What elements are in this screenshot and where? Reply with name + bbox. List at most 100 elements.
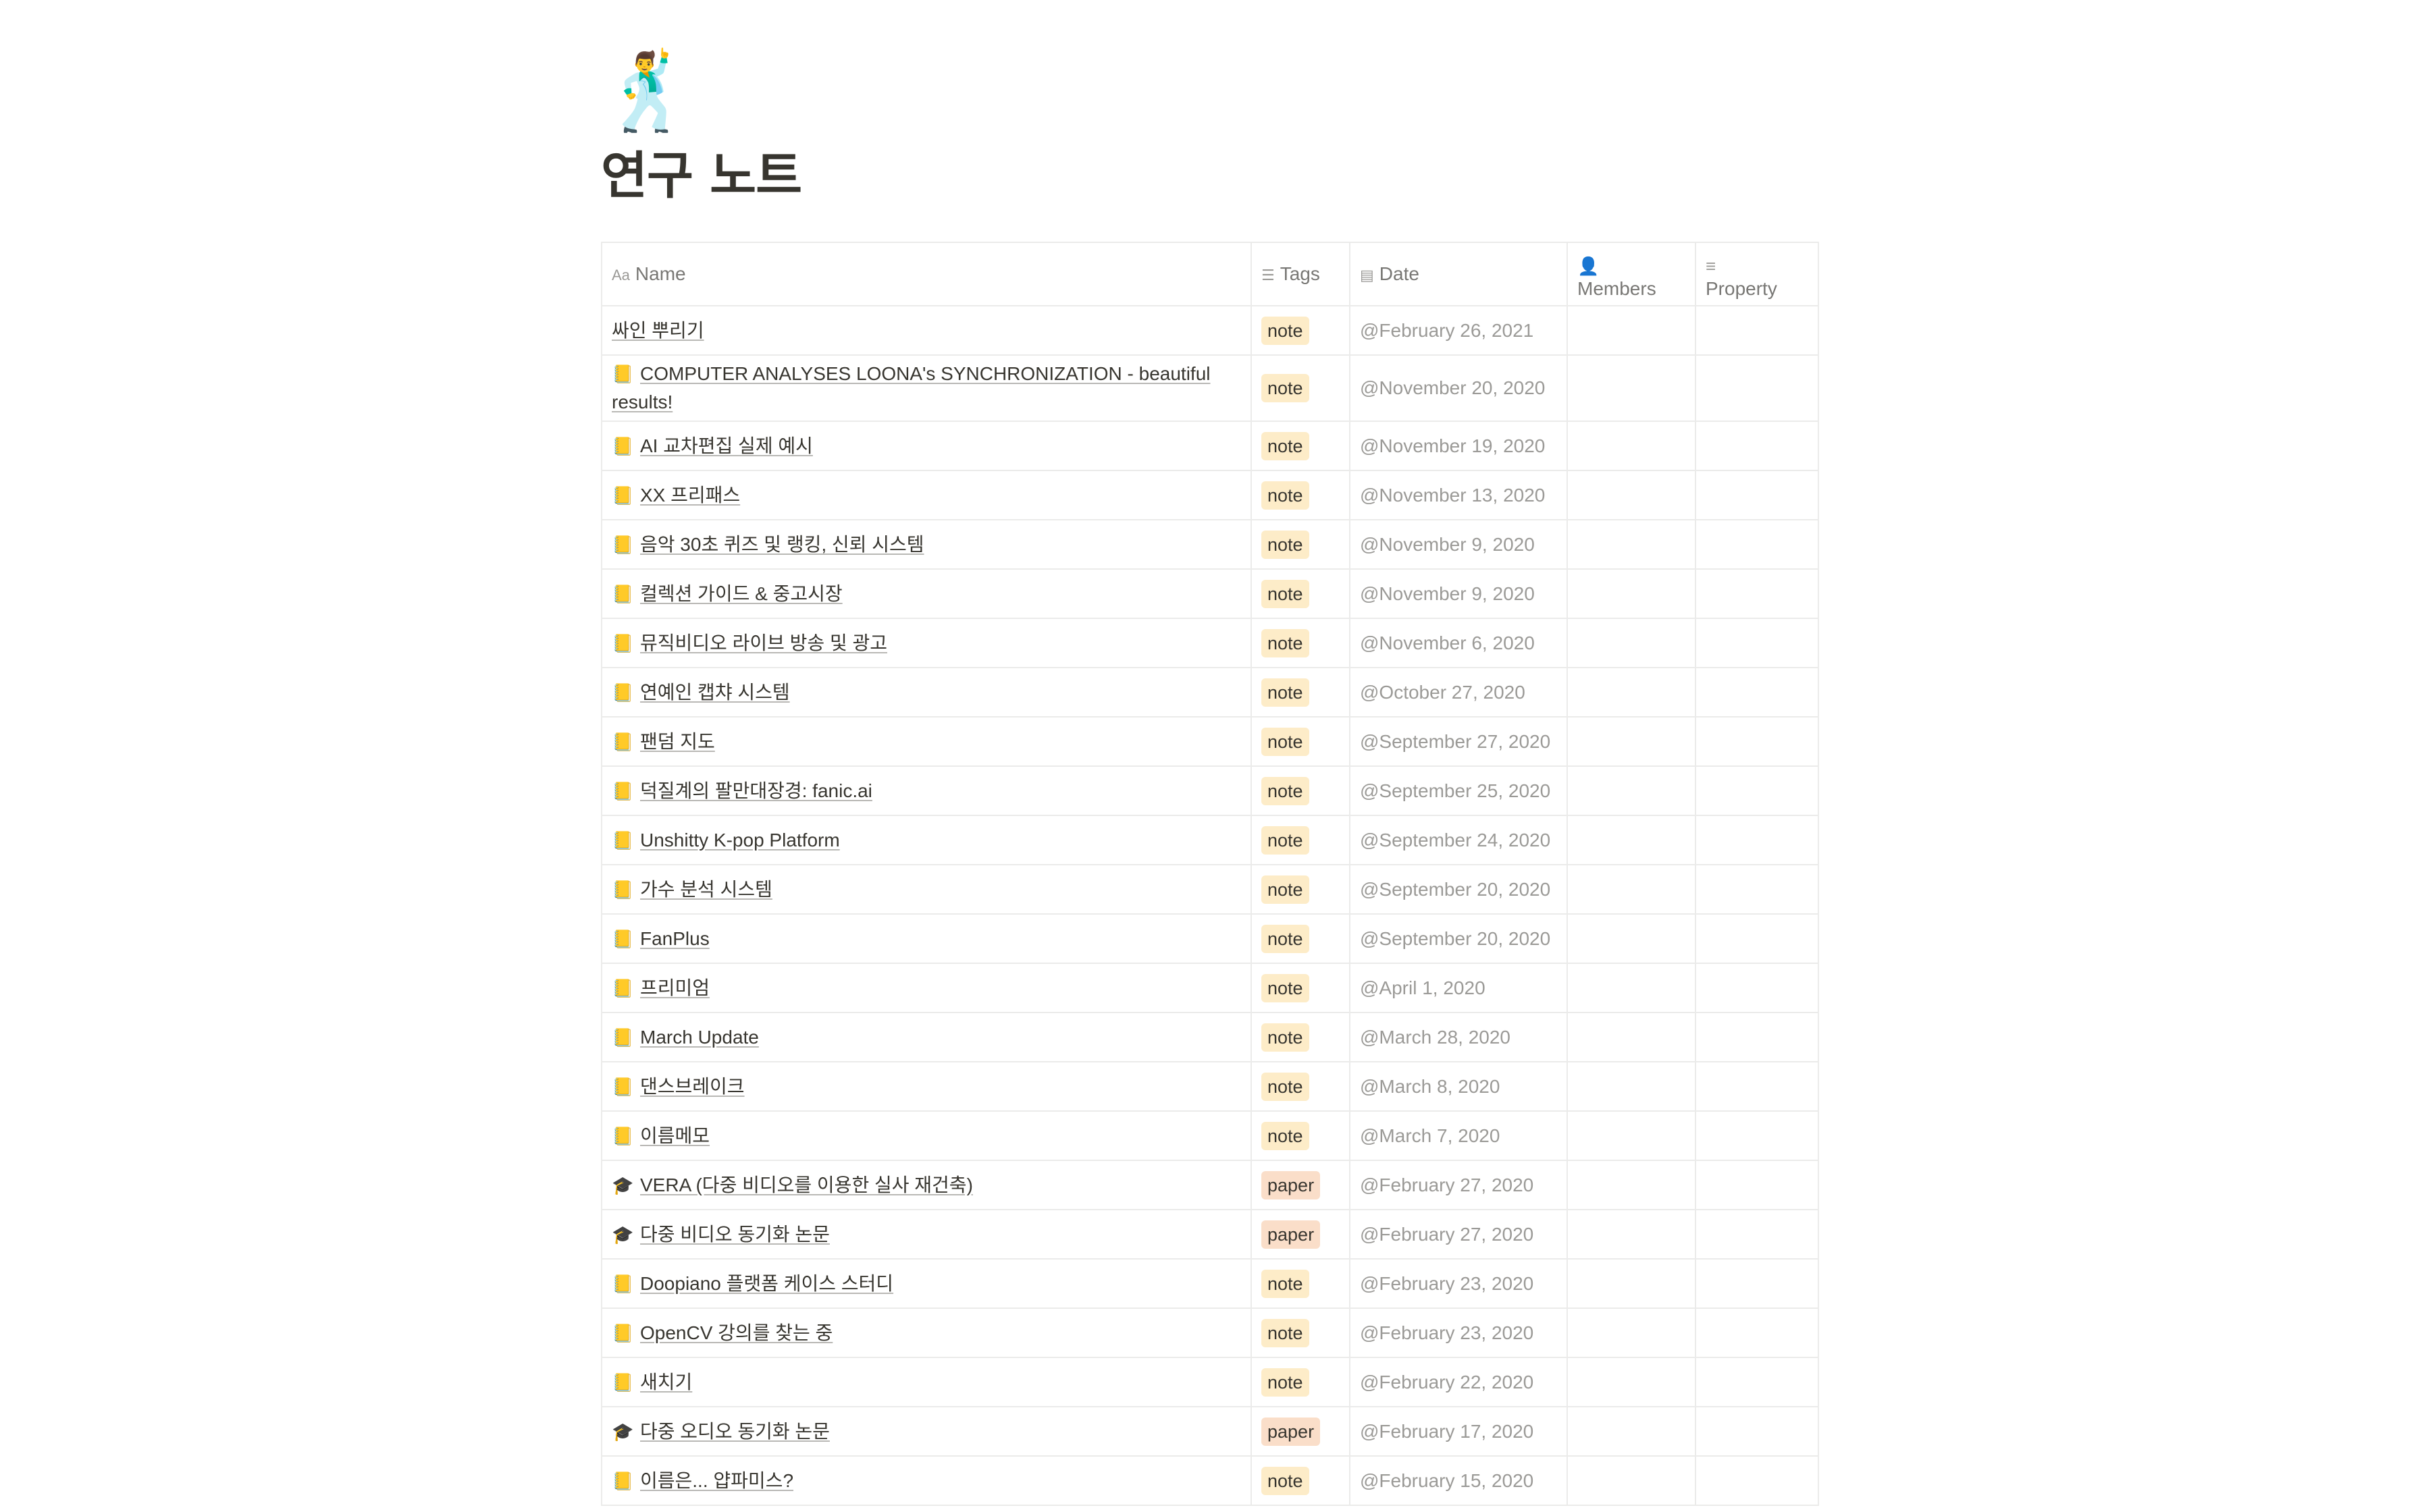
table-row[interactable]: 📒 뮤직비디오 라이브 방송 및 광고 note @November 6, 2020 — [601, 618, 1819, 668]
cell-name[interactable]: 📒 덕질계의 팔만대장경: fanic.ai — [601, 765, 1252, 816]
page-link[interactable]: 뮤직비디오 라이브 방송 및 광고 — [640, 632, 887, 653]
table-row[interactable]: 📒 음악 30초 퀴즈 및 랭킹, 신뢰 시스템 note @November 9, … — [601, 519, 1819, 570]
table-row[interactable]: 📒 가수 분석 시스템 note @September 20, 2020 — [601, 864, 1819, 915]
cell-tags[interactable]: note — [1251, 305, 1350, 356]
cell-date[interactable]: @September 24, 2020 — [1349, 815, 1568, 865]
cell-members[interactable] — [1567, 1160, 1696, 1210]
cell-members[interactable] — [1567, 716, 1696, 767]
cell-name[interactable]: 🎓 VERA (다중 비디오를 이용한 실사 재건축) — [601, 1160, 1252, 1210]
cell-tags[interactable]: note — [1251, 815, 1350, 865]
cell-tags[interactable]: note — [1251, 667, 1350, 718]
cell-name[interactable]: 📒 연예인 캡챠 시스템 — [601, 667, 1252, 718]
cell-tags[interactable]: note — [1251, 568, 1350, 619]
page-icon[interactable]: 🕺 — [601, 54, 1818, 130]
table-row[interactable]: 📒 FanPlus note @September 20, 2020 — [601, 913, 1819, 964]
cell-members[interactable] — [1567, 1307, 1696, 1358]
page-link[interactable]: 프리미엄 — [640, 977, 710, 998]
page-link[interactable]: 싸인 뿌리기 — [612, 320, 704, 341]
cell-members[interactable] — [1567, 305, 1696, 356]
cell-name[interactable]: 🎓 다중 오디오 동기화 논문 — [601, 1406, 1252, 1457]
cell-name[interactable]: 🎓 다중 비디오 동기화 논문 — [601, 1209, 1252, 1260]
cell-tags[interactable]: note — [1251, 1061, 1350, 1112]
page-link[interactable]: 연예인 캡챠 시스템 — [640, 682, 790, 703]
cell-members[interactable] — [1567, 1258, 1696, 1309]
table-row[interactable]: 📒 컬렉션 가이드 & 중고시장 note @November 9, 2020 — [601, 568, 1819, 619]
cell-property[interactable] — [1695, 716, 1819, 767]
cell-property[interactable] — [1695, 1160, 1819, 1210]
cell-property[interactable] — [1695, 815, 1819, 865]
cell-date[interactable]: @April 1, 2020 — [1349, 963, 1568, 1013]
cell-date[interactable]: @September 20, 2020 — [1349, 864, 1568, 915]
cell-name[interactable]: 📒 March Update — [601, 1012, 1252, 1062]
page-title[interactable]: 연구 노트 — [601, 142, 1818, 209]
cell-members[interactable] — [1567, 421, 1696, 471]
cell-name[interactable]: 📒 새치기 — [601, 1357, 1252, 1407]
table-row[interactable]: 📒 Doopiano 플랫폼 케이스 스터디 note @February 23, 2… — [601, 1258, 1819, 1309]
cell-members[interactable] — [1567, 1110, 1696, 1161]
page-link[interactable]: Doopiano 플랫폼 케이스 스터디 — [640, 1273, 893, 1294]
cell-date[interactable]: @November 9, 2020 — [1349, 519, 1568, 570]
cell-tags[interactable]: note — [1251, 1357, 1350, 1407]
page-link[interactable]: 팬덤 지도 — [640, 731, 715, 752]
cell-members[interactable] — [1567, 1061, 1696, 1112]
table-row[interactable]: 📒 연예인 캡챠 시스템 note @October 27, 2020 — [601, 667, 1819, 718]
cell-name[interactable]: 📒 프리미엄 — [601, 963, 1252, 1013]
page-link[interactable]: 새치기 — [640, 1372, 692, 1393]
page-link[interactable]: 다중 오디오 동기화 논문 — [640, 1421, 830, 1442]
page-link[interactable]: 덕질계의 팔만대장경: fanic.ai — [640, 780, 872, 801]
cell-tags[interactable]: note — [1251, 1455, 1350, 1506]
column-header-property[interactable]: ≡ Property — [1695, 242, 1819, 306]
table-row[interactable]: 📒 OpenCV 강의를 찾는 중 note @February 23, 2020 — [601, 1307, 1819, 1358]
cell-property[interactable] — [1695, 963, 1819, 1013]
cell-date[interactable]: @March 8, 2020 — [1349, 1061, 1568, 1112]
cell-property[interactable] — [1695, 1061, 1819, 1112]
cell-members[interactable] — [1567, 470, 1696, 520]
page-link[interactable]: Unshitty K-pop Platform — [640, 830, 840, 850]
page-link[interactable]: 이름은... 얍파미스? — [640, 1470, 793, 1491]
cell-date[interactable]: @February 17, 2020 — [1349, 1406, 1568, 1457]
table-row[interactable]: 📒 이름메모 note @March 7, 2020 — [601, 1110, 1819, 1161]
cell-name[interactable]: 📒 Doopiano 플랫폼 케이스 스터디 — [601, 1258, 1252, 1309]
cell-members[interactable] — [1567, 618, 1696, 668]
page-link[interactable]: VERA (다중 비디오를 이용한 실사 재건축) — [640, 1174, 973, 1195]
cell-property[interactable] — [1695, 1307, 1819, 1358]
page-link[interactable]: OpenCV 강의를 찾는 중 — [640, 1322, 833, 1343]
cell-name[interactable]: 📒 가수 분석 시스템 — [601, 864, 1252, 915]
cell-date[interactable]: @March 28, 2020 — [1349, 1012, 1568, 1062]
cell-date[interactable]: @February 26, 2021 — [1349, 305, 1568, 356]
cell-tags[interactable]: paper — [1251, 1160, 1350, 1210]
table-row[interactable]: 🎓 다중 비디오 동기화 논문 paper @February 27, 2020 — [601, 1209, 1819, 1260]
page-link[interactable]: 이름메모 — [640, 1125, 710, 1146]
cell-tags[interactable]: note — [1251, 765, 1350, 816]
cell-members[interactable] — [1567, 1406, 1696, 1457]
cell-date[interactable]: @November 6, 2020 — [1349, 618, 1568, 668]
cell-name[interactable]: 싸인 뿌리기 — [601, 305, 1252, 356]
cell-date[interactable]: @February 27, 2020 — [1349, 1160, 1568, 1210]
cell-members[interactable] — [1567, 354, 1696, 422]
cell-tags[interactable]: note — [1251, 354, 1350, 422]
table-row[interactable]: 📒 댄스브레이크 note @March 8, 2020 — [601, 1061, 1819, 1112]
cell-name[interactable]: 📒 컬렉션 가이드 & 중고시장 — [601, 568, 1252, 619]
cell-members[interactable] — [1567, 864, 1696, 915]
cell-name[interactable]: 📒 XX 프리패스 — [601, 470, 1252, 520]
cell-property[interactable] — [1695, 1406, 1819, 1457]
column-header-name[interactable]: Aa Name — [601, 242, 1252, 306]
cell-name[interactable]: 📒 음악 30초 퀴즈 및 랭킹, 신뢰 시스템 — [601, 519, 1252, 570]
cell-date[interactable]: @September 27, 2020 — [1349, 716, 1568, 767]
cell-date[interactable]: @February 23, 2020 — [1349, 1258, 1568, 1309]
cell-members[interactable] — [1567, 765, 1696, 816]
cell-name[interactable]: 📒 OpenCV 강의를 찾는 중 — [601, 1307, 1252, 1358]
cell-name[interactable]: 📒 팬덤 지도 — [601, 716, 1252, 767]
table-row[interactable]: 🎓 다중 오디오 동기화 논문 paper @February 17, 2020 — [601, 1406, 1819, 1457]
cell-property[interactable] — [1695, 667, 1819, 718]
cell-property[interactable] — [1695, 568, 1819, 619]
cell-date[interactable]: @February 27, 2020 — [1349, 1209, 1568, 1260]
cell-date[interactable]: @October 27, 2020 — [1349, 667, 1568, 718]
cell-property[interactable] — [1695, 1110, 1819, 1161]
cell-date[interactable]: @February 23, 2020 — [1349, 1307, 1568, 1358]
cell-tags[interactable]: paper — [1251, 1406, 1350, 1457]
page-link[interactable]: 음악 30초 퀴즈 및 랭킹, 신뢰 시스템 — [640, 534, 924, 555]
cell-members[interactable] — [1567, 1209, 1696, 1260]
table-row[interactable]: 📒 AI 교차편집 실제 예시 note @November 19, 2020 — [601, 421, 1819, 471]
cell-name[interactable]: 📒 뮤직비디오 라이브 방송 및 광고 — [601, 618, 1252, 668]
